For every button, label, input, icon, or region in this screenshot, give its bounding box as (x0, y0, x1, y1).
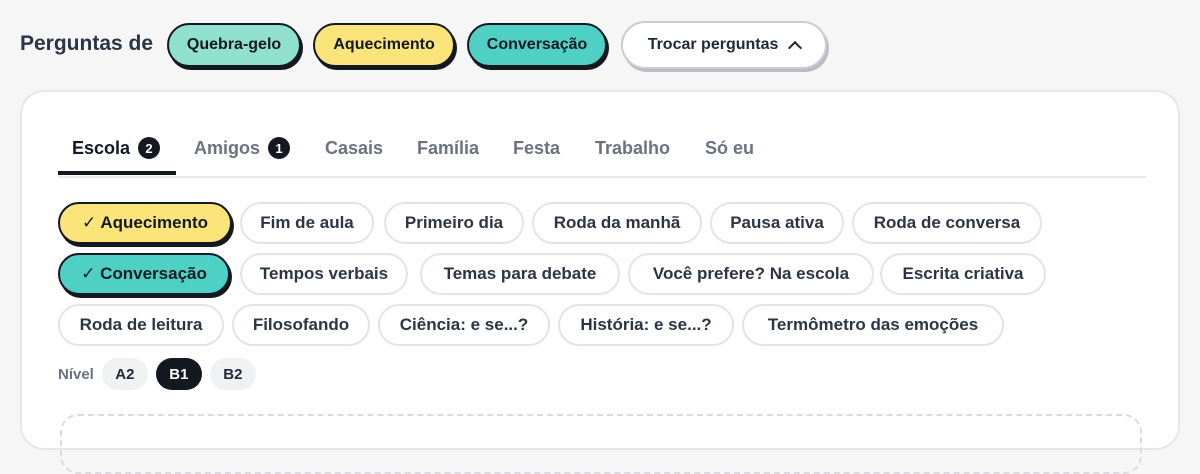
chip-temas-para-debate[interactable]: Temas para debate (420, 253, 620, 295)
chevron-up-icon (788, 40, 803, 56)
tab-amigos[interactable]: Amigos 1 (194, 137, 291, 174)
active-tab-indicator (58, 171, 176, 175)
tab-escola[interactable]: Escola 2 (72, 137, 161, 174)
chip-pausa-ativa[interactable]: Pausa ativa (710, 202, 844, 244)
swap-questions-button[interactable]: Trocar perguntas (621, 21, 828, 69)
level-label: Nível (58, 365, 94, 383)
chip-roda-da-manha[interactable]: Roda da manhã (532, 202, 702, 244)
category-tabs: Escola 2 Amigos 1 Casais Família Festa T… (58, 120, 1146, 178)
chip-tempos-verbais[interactable]: Tempos verbais (240, 253, 408, 295)
tab-count-badge: 2 (138, 137, 161, 159)
chip-escrita-criativa[interactable]: Escrita criativa (880, 253, 1046, 295)
chip-fim-de-aula[interactable]: Fim de aula (240, 202, 374, 244)
questions-card: Escola 2 Amigos 1 Casais Família Festa T… (20, 90, 1180, 474)
question-area (60, 414, 1142, 474)
chip-aquecimento[interactable]: ✓ Aquecimento (58, 202, 232, 244)
pill-quebra-gelo[interactable]: Quebra-gelo (167, 23, 302, 67)
swap-questions-label: Trocar perguntas (647, 36, 779, 53)
chip-roda-de-leitura[interactable]: Roda de leitura (58, 304, 224, 346)
tab-trabalho[interactable]: Trabalho (595, 138, 670, 174)
pill-aquecimento[interactable]: Aquecimento (313, 23, 456, 67)
chip-voce-prefere[interactable]: Você prefere? Na escola (628, 253, 874, 295)
chip-termometro-das-emocoes[interactable]: Termômetro das emoções (742, 304, 1004, 346)
level-a2-button[interactable]: A2 (101, 358, 148, 390)
level-b2-button[interactable]: B2 (209, 358, 256, 390)
tab-label: Amigos (194, 138, 261, 158)
chip-conversacao[interactable]: ✓ Conversação (58, 253, 230, 295)
chip-primeiro-dia[interactable]: Primeiro dia (384, 202, 524, 244)
tab-festa[interactable]: Festa (513, 138, 560, 174)
chip-ciencia-e-se[interactable]: Ciência: e se...? (378, 304, 550, 346)
pill-conversacao[interactable]: Conversação (467, 23, 608, 67)
header-label: Perguntas de (20, 32, 154, 55)
tab-familia[interactable]: Família (417, 138, 479, 174)
tab-so-eu[interactable]: Só eu (705, 138, 754, 174)
chip-filosofando[interactable]: Filosofando (232, 304, 370, 346)
level-b1-button[interactable]: B1 (155, 358, 202, 390)
tab-label: Escola (72, 138, 131, 158)
question-type-bar: Perguntas de Quebra-gelo Aquecimento Con… (20, 20, 839, 70)
chip-historia-e-se[interactable]: História: e se...? (558, 304, 734, 346)
tab-count-badge: 1 (268, 137, 291, 159)
chip-roda-de-conversa[interactable]: Roda de conversa (852, 202, 1042, 244)
level-selector: Nível A2 B1 B2 (58, 358, 264, 390)
tab-casais[interactable]: Casais (325, 138, 383, 174)
